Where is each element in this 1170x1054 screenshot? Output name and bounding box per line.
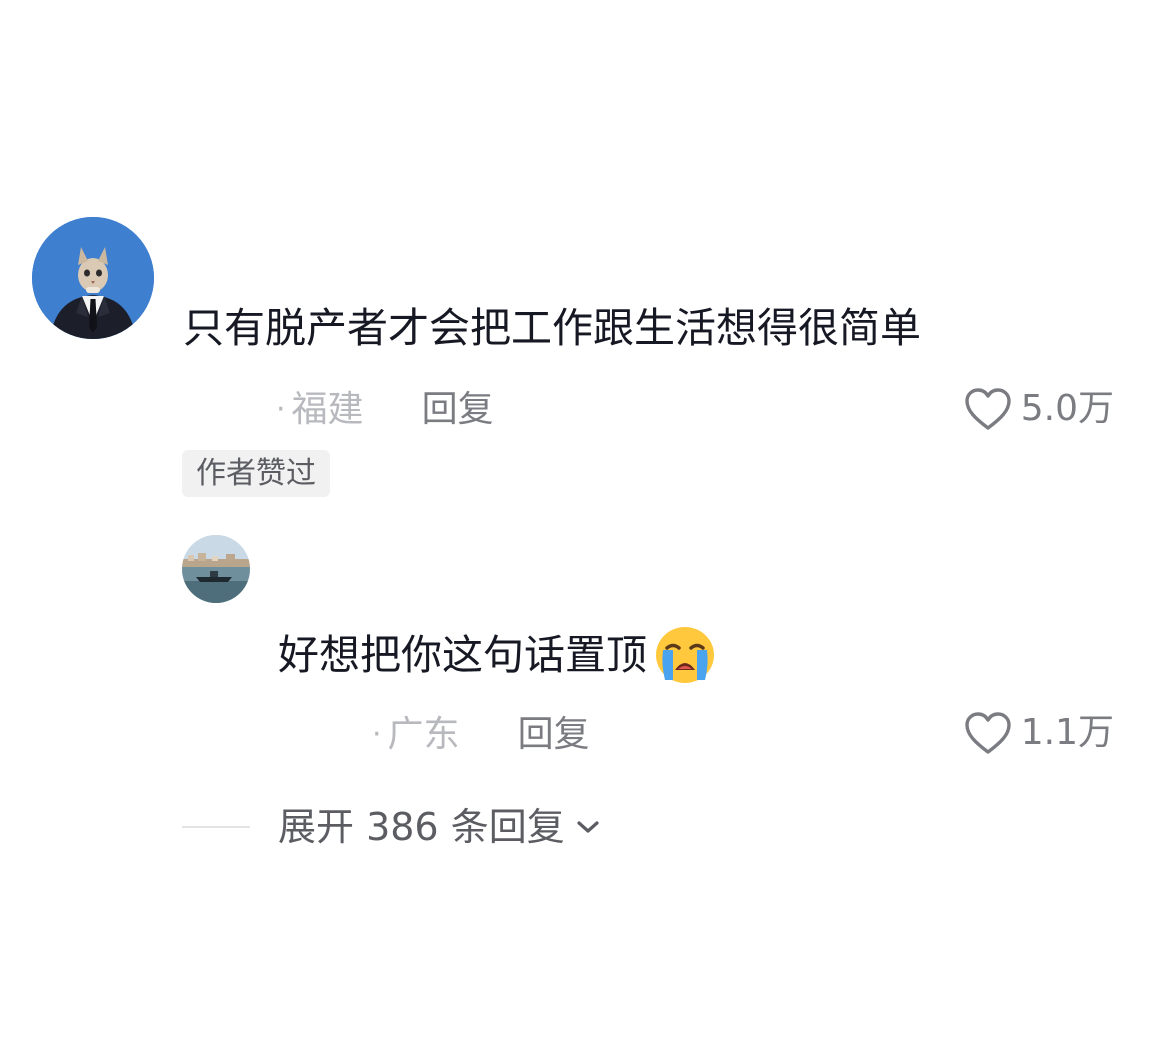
replier-avatar[interactable] [182,535,250,603]
heart-outline-icon [965,712,1011,754]
reply-button[interactable]: 回复 [422,388,494,432]
location-label: 福建 [291,389,364,430]
expand-replies-button[interactable]: 展开 386 条回复 [278,804,601,850]
expand-divider [182,826,250,828]
like-button[interactable]: 5.0万 [963,386,1114,432]
reply-text-row: 好想把你这句话置顶 [278,624,719,686]
like-count: 1.1万 [1020,712,1114,753]
cat-in-suit-avatar-icon [32,217,154,339]
author-liked-badge: 作者赞过 [182,450,330,497]
separator-dot: · [276,392,286,427]
location-label: 广东 [387,714,460,755]
crying-face-emoji [656,627,714,683]
separator-dot: · [372,717,382,752]
chevron-down-icon [577,821,599,833]
like-button[interactable]: 1.1万 [963,710,1114,756]
like-count: 5.0万 [1020,388,1114,429]
reply-button[interactable]: 回复 [518,713,590,757]
harbor-boat-avatar-icon [182,535,250,603]
heart-outline-icon [965,388,1011,430]
expand-replies-label: 展开 386 条回复 [278,805,565,849]
comment-meta: · 福建 回复 [276,388,494,432]
commenter-avatar[interactable] [32,217,154,339]
reply-meta: · 广东 回复 [372,713,590,757]
comment-text: 只有脱产者才会把工作跟生活想得很简单 [183,304,921,352]
comment-text: 好想把你这句话置顶 [278,631,647,679]
